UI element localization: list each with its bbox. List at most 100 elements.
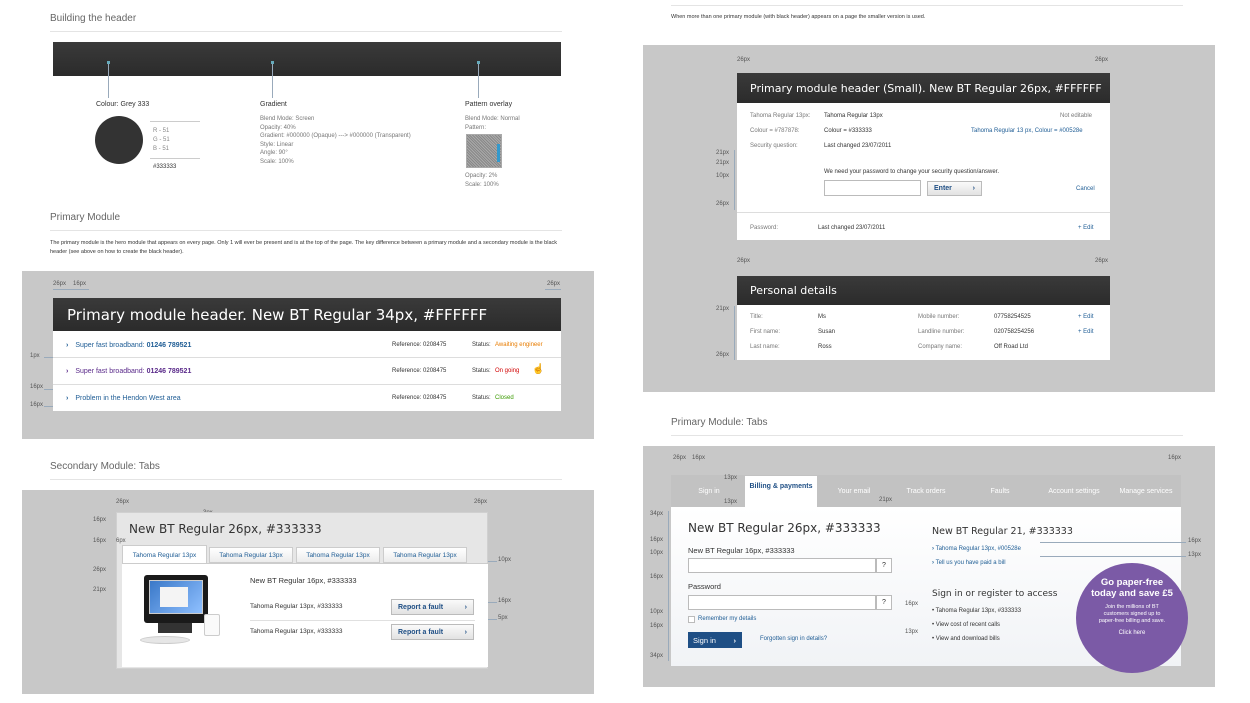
- measure-label: 21px: [716, 160, 730, 166]
- chevron-right-icon: ›: [972, 185, 975, 192]
- measure-label: 26px: [474, 499, 488, 505]
- divider: [671, 435, 1183, 436]
- hand-cursor-icon: ☝: [532, 364, 545, 375]
- measure-line: [545, 289, 561, 290]
- password-input[interactable]: [824, 180, 921, 196]
- row-status-label: Status:: [472, 342, 491, 348]
- tab-track-orders[interactable]: Track orders: [897, 483, 955, 499]
- edit-link[interactable]: + Edit: [1078, 314, 1094, 320]
- measure-label: 16px: [650, 623, 664, 629]
- remember-checkbox[interactable]: [688, 616, 695, 623]
- measure-label: 16px: [1188, 538, 1202, 544]
- tab-3[interactable]: Tahoma Regular 13px: [296, 547, 380, 563]
- tab-2[interactable]: Tahoma Regular 13px: [209, 547, 293, 563]
- tab-sign-in[interactable]: Sign in: [671, 483, 747, 499]
- measure-line: [668, 511, 669, 661]
- section-title-primary-tabs: Primary Module: Tabs: [671, 417, 768, 428]
- username-input[interactable]: [688, 558, 876, 573]
- tab-account-settings[interactable]: Account settings: [1040, 483, 1108, 499]
- measure-line: [1040, 556, 1186, 557]
- row-status-label: Status:: [472, 368, 491, 374]
- measure-label: 1px: [30, 353, 40, 359]
- enter-button[interactable]: Enter ›: [927, 181, 982, 196]
- measure-label: 10px: [650, 550, 664, 556]
- row-reference: Reference: 0208475: [392, 342, 447, 348]
- pattern-specs: Blend Mode: Normal Pattern:: [465, 116, 520, 131]
- measure-label: 16px: [73, 281, 87, 287]
- divider: [50, 31, 562, 32]
- divider: [737, 212, 1110, 213]
- row-label[interactable]: Problem in the Hendon West area: [75, 395, 180, 402]
- measure-line: [53, 289, 89, 290]
- forgotten-link[interactable]: Forgotten sign in details?: [760, 636, 827, 642]
- tab-1[interactable]: Tahoma Regular 13px: [122, 545, 207, 564]
- edit-link[interactable]: + Edit: [1078, 225, 1094, 231]
- chevron-right-icon: ›: [932, 560, 934, 566]
- promo-link[interactable]: Click here: [1076, 630, 1188, 636]
- help-icon[interactable]: ?: [876, 595, 892, 610]
- field-label: First name:: [750, 329, 781, 335]
- divider: [53, 357, 561, 358]
- connector: [108, 64, 109, 98]
- section-title-secondary-tabs: Secondary Module: Tabs: [50, 461, 160, 472]
- tab-billing-payments[interactable]: Billing & payments: [745, 476, 817, 507]
- report-fault-button[interactable]: Report a fault ›: [391, 599, 474, 615]
- status-badge: On going: [495, 368, 520, 374]
- measure-label: 34px: [650, 511, 664, 517]
- measure-label: 16px: [1168, 455, 1182, 461]
- table-row[interactable]: › Super fast broadband: 01246 789521 Ref…: [53, 336, 561, 354]
- cancel-link[interactable]: Cancel: [1076, 186, 1095, 192]
- row-number[interactable]: 01246 789521: [147, 368, 192, 375]
- edit-link[interactable]: + Edit: [1078, 329, 1094, 335]
- link-item[interactable]: › Tell us you have paid a bill: [932, 560, 1006, 566]
- section-title-primary-module: Primary Module: [50, 212, 121, 223]
- measure-label: 10px: [650, 609, 664, 615]
- row-reference: Reference: 0208475: [392, 395, 447, 401]
- monitor-stand: [158, 623, 192, 633]
- promo-body: Join the millions of BT customers signed…: [1098, 604, 1166, 624]
- chevron-right-icon: ›: [66, 367, 69, 375]
- tab-faults[interactable]: Faults: [980, 483, 1020, 499]
- field-link[interactable]: Tahoma Regular 13 px, Colour = #00528e: [971, 128, 1083, 134]
- field-value: 07758254525: [994, 314, 1031, 320]
- tab-4[interactable]: Tahoma Regular 13px: [383, 547, 467, 563]
- table-row[interactable]: › Problem in the Hendon West area Refere…: [53, 389, 561, 407]
- measure-label: 26px: [116, 499, 130, 505]
- keyboard-image: [140, 636, 190, 644]
- field-label: Company name:: [918, 344, 963, 350]
- cup-image: [204, 614, 220, 636]
- primary-module-description: The primary module is the hero module th…: [50, 240, 558, 255]
- personal-details-header: Personal details: [737, 276, 1110, 305]
- link-item[interactable]: › Tahoma Regular 13px, #00528e: [932, 546, 1021, 552]
- row-text: Tahoma Regular 13px, #333333: [250, 603, 343, 610]
- report-fault-button[interactable]: Report a fault ›: [391, 624, 474, 640]
- measure-line: [1040, 542, 1186, 543]
- gradient-specs: Blend Mode: Screen Opacity: 40% Gradient: …: [260, 116, 411, 165]
- measure-label: 26px: [93, 567, 107, 573]
- field-label: Colour = #787878:: [750, 128, 800, 134]
- field-label: Password:: [750, 225, 779, 231]
- row-label[interactable]: Super fast broadband:: [75, 368, 144, 375]
- measure-label: 13px: [724, 475, 738, 481]
- row-number[interactable]: 01246 789521: [147, 342, 192, 349]
- tab-manage-services[interactable]: Manage services: [1112, 483, 1180, 499]
- paper-free-promo[interactable]: Go paper-free today and save £5 Join the…: [1076, 563, 1188, 673]
- tab-your-email[interactable]: Your email: [826, 483, 882, 499]
- measure-label: 16px: [498, 598, 512, 604]
- measure-label: 26px: [53, 281, 67, 287]
- divider: [671, 5, 1183, 6]
- sign-in-button[interactable]: Sign in ›: [688, 632, 742, 648]
- divider: [50, 230, 562, 231]
- table-row[interactable]: › Super fast broadband: 01246 789521 Ref…: [53, 362, 561, 380]
- measure-label: 16px: [30, 384, 44, 390]
- measure-line: [44, 389, 53, 390]
- measure-line: [44, 406, 53, 407]
- remember-label[interactable]: Remember my details: [698, 616, 756, 622]
- password-field[interactable]: [688, 595, 876, 610]
- colour-swatch: [95, 116, 143, 164]
- measure-label: 21px: [716, 306, 730, 312]
- help-icon[interactable]: ?: [876, 558, 892, 573]
- gradient-label: Gradient: [260, 101, 287, 108]
- header-sample: [53, 42, 561, 76]
- row-label[interactable]: Super fast broadband:: [75, 342, 144, 349]
